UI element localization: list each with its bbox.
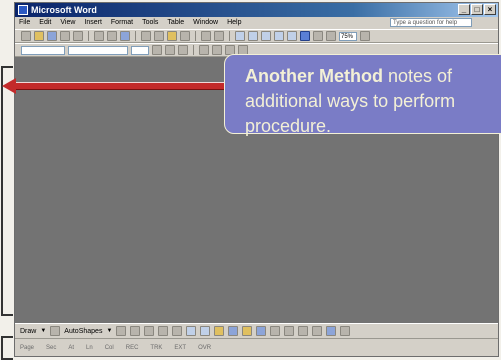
status-trk[interactable]: TRK xyxy=(150,345,162,351)
rectangle-icon[interactable] xyxy=(144,326,155,336)
maximize-icon[interactable]: □ xyxy=(471,4,483,15)
font-size-select[interactable] xyxy=(131,45,149,55)
cut-icon[interactable] xyxy=(141,31,151,41)
title-bar[interactable]: Microsoft Word _ □ × xyxy=(15,3,498,17)
fill-color-icon[interactable] xyxy=(242,326,253,336)
bold-icon[interactable] xyxy=(152,45,162,55)
font-select[interactable] xyxy=(68,45,128,55)
menu-format[interactable]: Format xyxy=(111,17,133,29)
paste-icon[interactable] xyxy=(167,31,177,41)
menu-tools[interactable]: Tools xyxy=(142,17,158,29)
minimize-icon[interactable]: _ xyxy=(458,4,470,15)
new-doc-icon[interactable] xyxy=(21,31,31,41)
spelling-icon[interactable] xyxy=(120,31,130,41)
insert-table-icon[interactable] xyxy=(261,31,271,41)
3d-style-icon[interactable] xyxy=(340,326,351,336)
callout-line-1-rest: notes of xyxy=(382,66,453,86)
italic-icon[interactable] xyxy=(165,45,175,55)
status-page: Page xyxy=(20,344,35,351)
print-preview-icon[interactable] xyxy=(107,31,117,41)
toolbar-separator xyxy=(229,31,230,41)
chevron-down-icon[interactable]: ▼ xyxy=(106,328,112,334)
close-icon[interactable]: × xyxy=(484,4,496,15)
status-ovr[interactable]: OVR xyxy=(198,345,211,351)
autoshapes-menu-button[interactable]: AutoShapes xyxy=(64,328,102,335)
menu-insert[interactable]: Insert xyxy=(84,17,102,29)
menu-help[interactable]: Help xyxy=(227,17,241,29)
status-rec[interactable]: REC xyxy=(126,345,139,351)
status-section: Sec xyxy=(46,344,57,351)
zoom-select[interactable]: 75% xyxy=(339,31,357,41)
font-color-icon[interactable] xyxy=(270,326,281,336)
shadow-style-icon[interactable] xyxy=(326,326,337,336)
picture-icon[interactable] xyxy=(228,326,239,336)
select-objects-icon[interactable] xyxy=(50,326,61,336)
callout-arrow xyxy=(14,82,226,90)
tables-borders-icon[interactable] xyxy=(248,31,258,41)
callout-bold-heading: Another Method xyxy=(245,66,383,86)
toolbar-separator xyxy=(195,31,196,41)
show-hide-icon[interactable] xyxy=(326,31,336,41)
arrow-icon[interactable] xyxy=(130,326,141,336)
columns-icon[interactable] xyxy=(287,31,297,41)
status-at: At xyxy=(68,344,75,351)
underline-icon[interactable] xyxy=(178,45,188,55)
callout-line-3: procedure. xyxy=(245,116,332,136)
diagram-icon[interactable] xyxy=(200,326,211,336)
dash-style-icon[interactable] xyxy=(298,326,309,336)
toolbar-separator xyxy=(135,31,136,41)
window-title: Microsoft Word xyxy=(31,5,97,15)
drawing-icon[interactable] xyxy=(300,31,310,41)
align-center-icon[interactable] xyxy=(212,45,222,55)
standard-toolbar: 75% xyxy=(15,29,498,43)
save-icon[interactable] xyxy=(47,31,57,41)
arrow-style-icon[interactable] xyxy=(312,326,323,336)
line-icon[interactable] xyxy=(116,326,127,336)
menu-file[interactable]: File xyxy=(19,17,30,29)
annotation-bracket-document xyxy=(1,66,13,316)
drawing-toolbar: Draw ▼ AutoShapes ▼ xyxy=(15,323,498,338)
status-line: Ln xyxy=(86,344,93,351)
app-icon[interactable] xyxy=(18,5,28,15)
menu-table[interactable]: Table xyxy=(167,17,184,29)
document-map-icon[interactable] xyxy=(313,31,323,41)
menu-view[interactable]: View xyxy=(60,17,75,29)
line-color-icon[interactable] xyxy=(256,326,267,336)
callout-line-1: Another Method notes of xyxy=(245,64,501,89)
draw-menu-button[interactable]: Draw xyxy=(20,328,36,335)
permission-icon[interactable] xyxy=(60,31,70,41)
help-search-input[interactable]: Type a question for help xyxy=(390,18,472,27)
undo-icon[interactable] xyxy=(201,31,211,41)
status-ext[interactable]: EXT xyxy=(174,345,186,351)
menu-window[interactable]: Window xyxy=(193,17,218,29)
arrow-left-icon xyxy=(2,78,16,94)
menu-edit[interactable]: Edit xyxy=(39,17,51,29)
style-select[interactable] xyxy=(21,45,65,55)
copy-icon[interactable] xyxy=(154,31,164,41)
format-painter-icon[interactable] xyxy=(180,31,190,41)
wordart-icon[interactable] xyxy=(186,326,197,336)
line-style-icon[interactable] xyxy=(284,326,295,336)
status-column: Col xyxy=(104,344,114,351)
insert-excel-icon[interactable] xyxy=(274,31,284,41)
window-controls: _ □ × xyxy=(458,4,496,15)
clipart-icon[interactable] xyxy=(214,326,225,336)
hyperlink-icon[interactable] xyxy=(235,31,245,41)
toolbar-separator xyxy=(88,31,89,41)
annotation-bracket-statusbar xyxy=(1,336,13,360)
redo-icon[interactable] xyxy=(214,31,224,41)
toolbar-separator xyxy=(193,45,194,55)
align-left-icon[interactable] xyxy=(199,45,209,55)
print-icon[interactable] xyxy=(94,31,104,41)
status-bar: Page Sec At Ln Col REC TRK EXT OVR xyxy=(15,338,498,356)
open-icon[interactable] xyxy=(34,31,44,41)
oval-icon[interactable] xyxy=(158,326,169,336)
email-icon[interactable] xyxy=(73,31,83,41)
another-method-callout: Another Method notes of additional ways … xyxy=(224,54,501,136)
help-icon[interactable] xyxy=(360,31,370,41)
callout-line-2: additional ways to perform xyxy=(245,91,456,111)
textbox-icon[interactable] xyxy=(172,326,183,336)
chevron-down-icon[interactable]: ▼ xyxy=(40,328,46,334)
